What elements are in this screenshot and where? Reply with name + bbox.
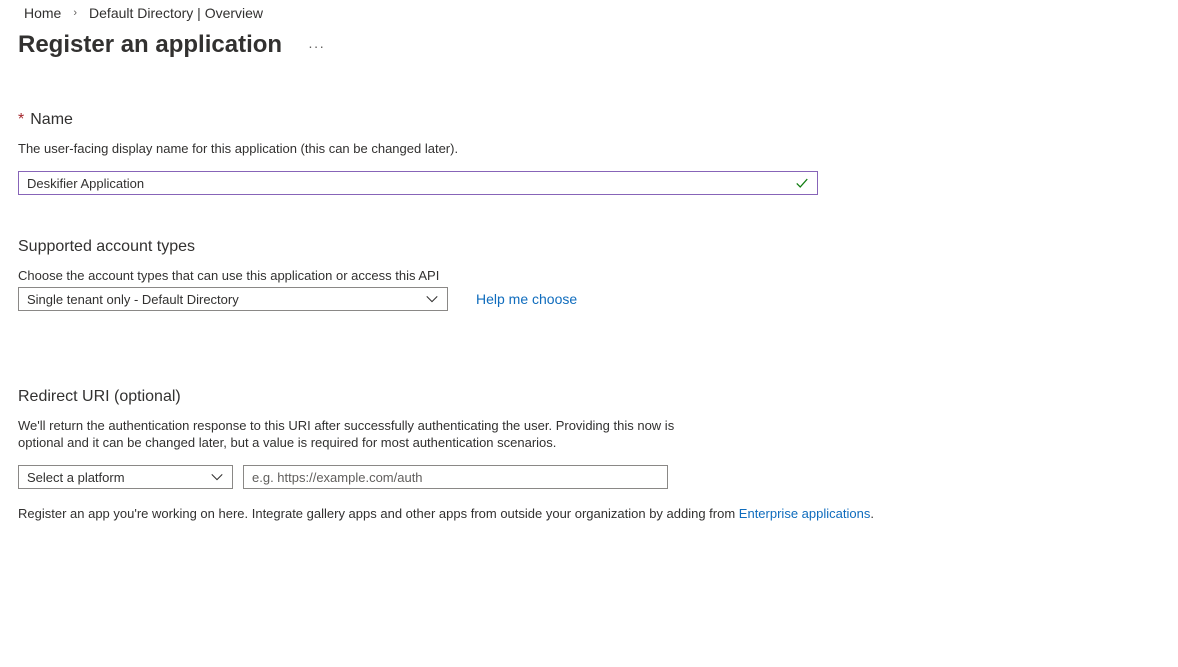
account-types-description: Choose the account types that can use th…: [18, 268, 440, 283]
account-types-dropdown[interactable]: Single tenant only - Default Directory: [18, 287, 448, 311]
chevron-down-icon: [426, 296, 438, 303]
breadcrumb-separator: ›: [73, 7, 78, 19]
redirect-description-line-2: optional and it can be changed later, bu…: [18, 435, 557, 450]
name-description: The user-facing display name for this ap…: [18, 141, 459, 156]
name-label-text: Name: [30, 111, 73, 128]
redirect-description: We'll return the authentication response…: [18, 417, 674, 451]
required-marker: *: [18, 111, 25, 128]
footer-text: Register an app you're working on here. …: [18, 505, 874, 522]
register-app-page: Home › Default Directory | Overview Regi…: [0, 0, 1178, 667]
platform-placeholder: Select a platform: [27, 469, 125, 485]
name-label: * Name: [18, 111, 73, 129]
platform-dropdown[interactable]: Select a platform: [18, 465, 233, 489]
breadcrumb: Home › Default Directory | Overview: [24, 5, 263, 21]
name-input-value: Deskifier Application: [27, 175, 145, 191]
check-icon: [796, 178, 808, 188]
redirect-heading: Redirect URI (optional): [18, 388, 181, 405]
footer-suffix: .: [870, 506, 874, 521]
name-input[interactable]: Deskifier Application: [18, 171, 818, 195]
chevron-down-icon: [211, 474, 223, 481]
account-types-heading: Supported account types: [18, 238, 196, 255]
breadcrumb-current-link[interactable]: Default Directory | Overview: [89, 5, 263, 21]
page-title: Register an application: [18, 31, 283, 58]
redirect-description-line-1: We'll return the authentication response…: [18, 418, 675, 433]
enterprise-applications-link[interactable]: Enterprise applications: [739, 506, 871, 521]
redirect-uri-input[interactable]: [243, 465, 668, 489]
breadcrumb-home-link[interactable]: Home: [24, 5, 61, 21]
help-me-choose-link[interactable]: Help me choose: [476, 291, 577, 307]
footer-text-body: Register an app you're working on here. …: [18, 506, 739, 521]
title-row: Register an application ···: [18, 31, 325, 59]
more-options-button[interactable]: ···: [308, 38, 325, 54]
account-types-selected: Single tenant only - Default Directory: [27, 291, 239, 307]
